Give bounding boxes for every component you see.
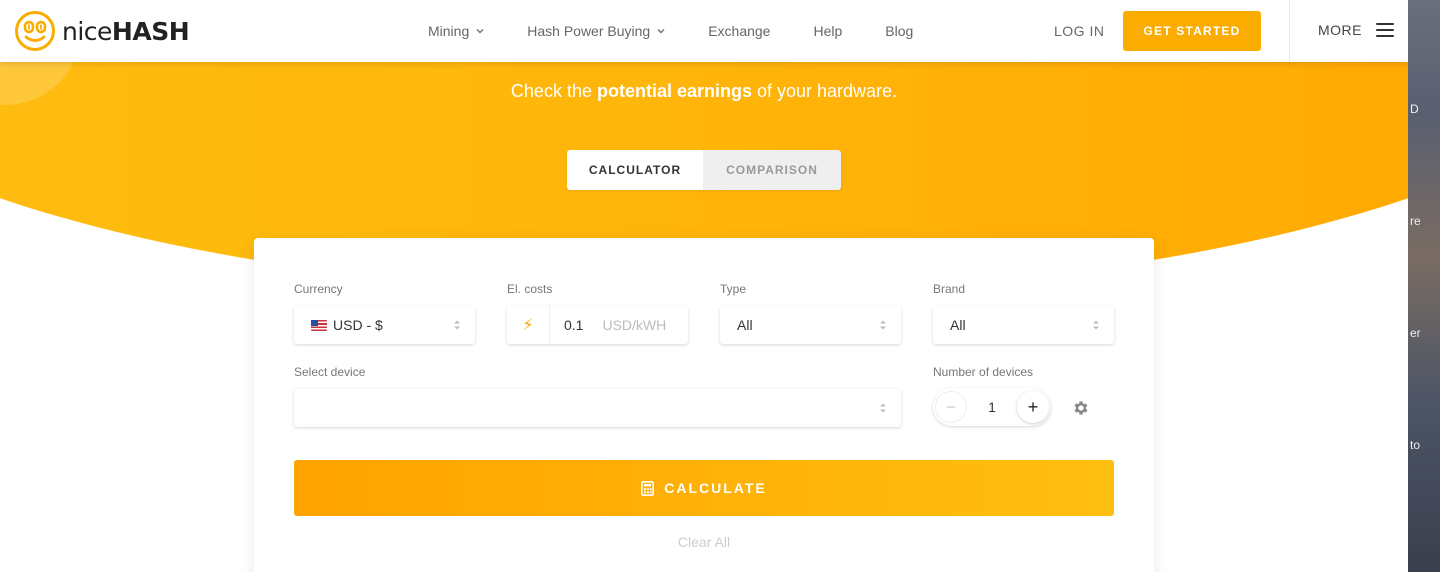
type-value: All (737, 317, 753, 333)
nav-help[interactable]: Help (813, 23, 842, 39)
tagline-post: of your hardware. (752, 81, 898, 101)
strip-fragment: D (1410, 102, 1419, 116)
nav-blog-label: Blog (885, 23, 914, 39)
nicehash-logo[interactable]: niceHASH (14, 10, 190, 52)
calculator-icon (641, 480, 655, 496)
calculate-label: CALCULATE (664, 480, 767, 496)
strip-fragment: er (1410, 326, 1421, 340)
nicehash-logo-icon (15, 11, 55, 51)
brand-label: Brand (933, 282, 966, 296)
more-menu-button[interactable]: MORE (1318, 22, 1394, 38)
nicehash-wordmark: niceHASH (62, 16, 190, 46)
brand-select[interactable]: All (933, 306, 1114, 344)
brand-value: All (950, 317, 966, 333)
nav-hash-power-buying-label: Hash Power Buying (527, 23, 651, 39)
calculator-tabs: CALCULATOR COMPARISON (567, 150, 841, 190)
tab-calculator[interactable]: CALCULATOR (567, 150, 703, 190)
strip-fragment: to (1410, 438, 1421, 452)
select-arrows-icon (880, 320, 886, 330)
number-of-devices-stepper: − 1 + (933, 388, 1051, 426)
decrement-button[interactable]: − (935, 391, 967, 423)
tab-comparison[interactable]: COMPARISON (703, 150, 841, 190)
currency-select[interactable]: USD - $ (294, 306, 475, 344)
type-select[interactable]: All (720, 306, 901, 344)
chevron-down-icon (476, 28, 484, 34)
strip-fragment: re (1410, 214, 1421, 228)
nav-exchange[interactable]: Exchange (708, 23, 770, 39)
nav-mining[interactable]: Mining (428, 23, 484, 39)
calculate-button[interactable]: CALCULATE (294, 460, 1114, 516)
more-label: MORE (1318, 22, 1362, 38)
select-device-select[interactable] (294, 389, 901, 427)
tagline-bold: potential earnings (596, 81, 752, 101)
number-of-devices-value[interactable]: 1 (988, 399, 996, 415)
brand-bold-text: HASH (111, 16, 190, 46)
background-window-strip: D re er to (1408, 0, 1440, 572)
nav-hash-power-buying[interactable]: Hash Power Buying (527, 23, 665, 39)
nav-exchange-label: Exchange (708, 23, 771, 39)
select-arrows-icon (1093, 320, 1099, 330)
login-link[interactable]: LOG IN (1054, 23, 1104, 39)
top-navbar: niceHASH Mining Hash Power Buying Exchan… (0, 0, 1408, 62)
tagline-pre: Check the (510, 81, 597, 101)
select-arrows-icon (454, 320, 460, 330)
clear-all-link[interactable]: Clear All (254, 534, 1154, 550)
el-costs-unit: USD/kWH (602, 317, 667, 333)
select-arrows-icon (880, 403, 886, 413)
nav-divider (1289, 0, 1290, 62)
gear-icon[interactable] (1072, 399, 1090, 417)
nav-blog[interactable]: Blog (885, 23, 913, 39)
increment-button[interactable]: + (1016, 391, 1049, 423)
el-costs-value: 0.1 (564, 317, 584, 333)
type-label: Type (720, 282, 747, 296)
lightning-icon: ⚡ (507, 306, 550, 344)
hero-tagline: Check the potential earnings of your har… (0, 81, 1408, 102)
el-costs-input[interactable]: ⚡ 0.1 USD/kWH (507, 306, 688, 344)
us-flag-icon (311, 319, 327, 331)
brand-light-text: nice (62, 16, 112, 46)
nav-help-label: Help (813, 23, 843, 39)
el-costs-label: El. costs (507, 282, 553, 296)
calculator-card: Currency USD - $ El. costs ⚡ 0.1 USD/kWH… (254, 238, 1154, 572)
select-device-label: Select device (294, 365, 366, 379)
hamburger-icon (1376, 23, 1394, 37)
number-of-devices-label: Number of devices (933, 365, 1034, 379)
currency-value: USD - $ (333, 317, 383, 333)
currency-label: Currency (294, 282, 343, 296)
main-nav: Mining Hash Power Buying Exchange Help B… (428, 0, 956, 62)
nav-mining-label: Mining (428, 23, 470, 39)
chevron-down-icon (657, 28, 665, 34)
get-started-button[interactable]: GET STARTED (1123, 11, 1261, 51)
